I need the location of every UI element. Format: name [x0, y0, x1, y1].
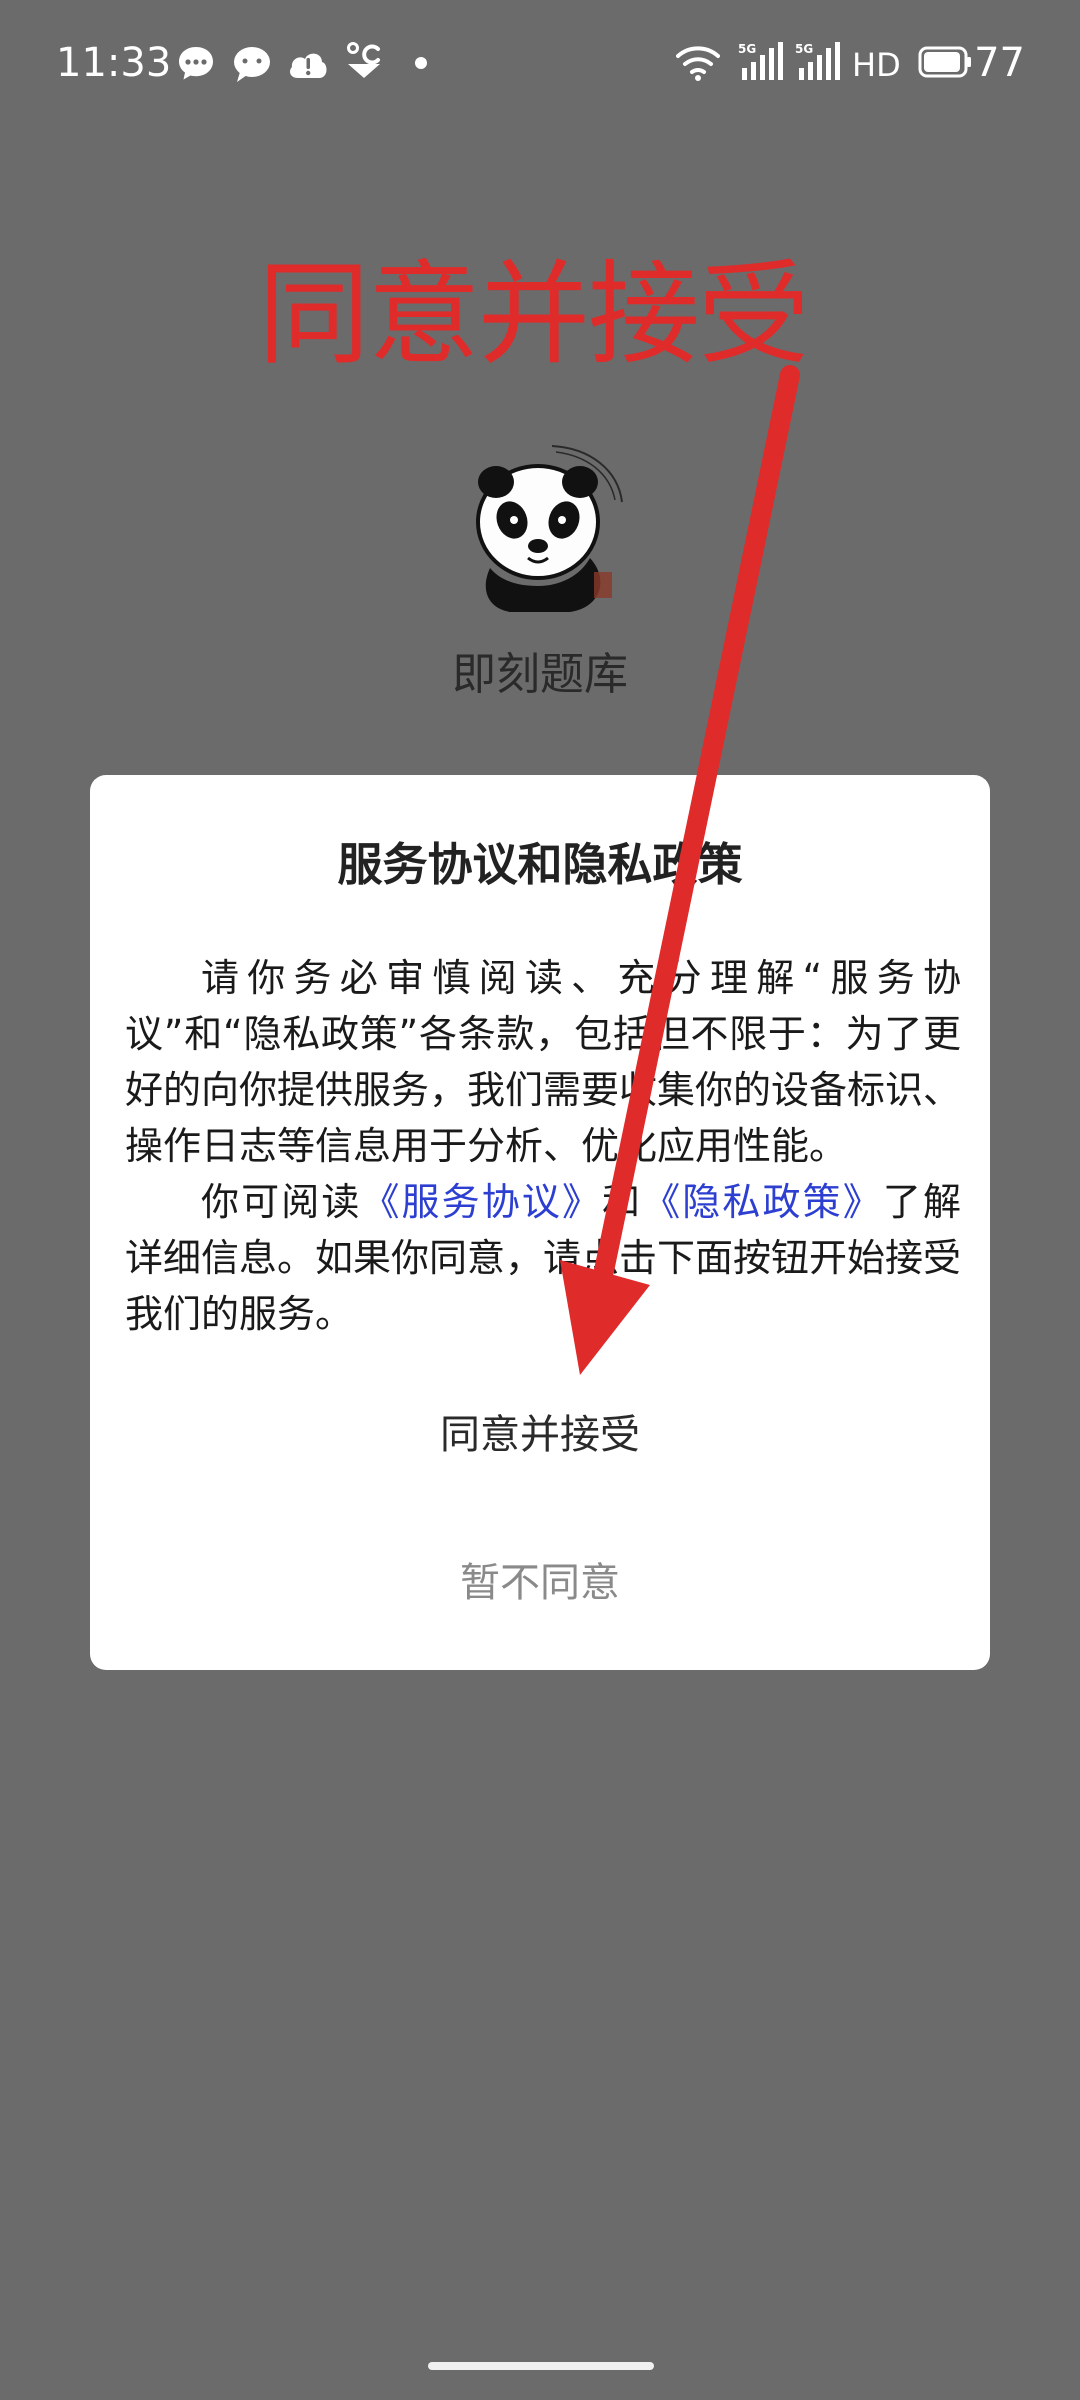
- network-label: 5G: [795, 42, 813, 56]
- home-indicator[interactable]: [428, 2362, 654, 2370]
- signal-5g-icon: 5G: [795, 42, 840, 80]
- network-label: 5G: [738, 42, 756, 56]
- dialog-title: 服务协议和隐私政策: [337, 838, 743, 891]
- dialog-paragraph: 请你务必审慎阅读、充分理解“服务协议”和“隐私政策”各条款，包括但不限于：为了更…: [125, 956, 962, 1168]
- battery-level: 77: [974, 40, 1025, 86]
- paragraph-text: 和: [602, 1180, 643, 1224]
- status-bar: 11:33 5G 5G HD 77: [0, 0, 1080, 125]
- privacy-dialog: 服务协议和隐私政策 请你务必审慎阅读、充分理解“服务协议”和“隐私政策”各条款，…: [90, 775, 990, 1670]
- hd-label: HD: [852, 46, 901, 82]
- status-time: 11:33: [56, 40, 172, 86]
- service-agreement-link[interactable]: 《服务协议》: [361, 1180, 602, 1224]
- panda-logo-icon: [476, 445, 623, 612]
- signal-5g-icon: 5G: [738, 42, 783, 80]
- chat-bubble-icon: [234, 47, 270, 82]
- battery-icon: [918, 46, 971, 78]
- accept-button[interactable]: 同意并接受: [340, 1385, 740, 1485]
- dialog-body: 请你务必审慎阅读、充分理解“服务协议”和“隐私政策”各条款，包括但不限于：为了更…: [125, 950, 961, 1342]
- annotation-label: 同意并接受: [258, 250, 810, 380]
- dialog-paragraph: 你可阅读《服务协议》和《隐私政策》了解详细信息。如果你同意，请点击下面按钮开始接…: [125, 1174, 961, 1342]
- dot-icon: [415, 57, 427, 69]
- hd-icon: HD: [852, 46, 901, 82]
- decline-button[interactable]: 暂不同意: [340, 1533, 740, 1633]
- weather-icon: [347, 42, 380, 78]
- paragraph-text: 你可阅读: [201, 1180, 362, 1224]
- wifi-icon: [676, 46, 720, 81]
- alert-cloud-icon: [290, 53, 327, 78]
- privacy-policy-link[interactable]: 《隐私政策》: [642, 1180, 883, 1224]
- message-bubble-icon: [179, 47, 213, 80]
- app-name: 即刻题库: [452, 649, 628, 700]
